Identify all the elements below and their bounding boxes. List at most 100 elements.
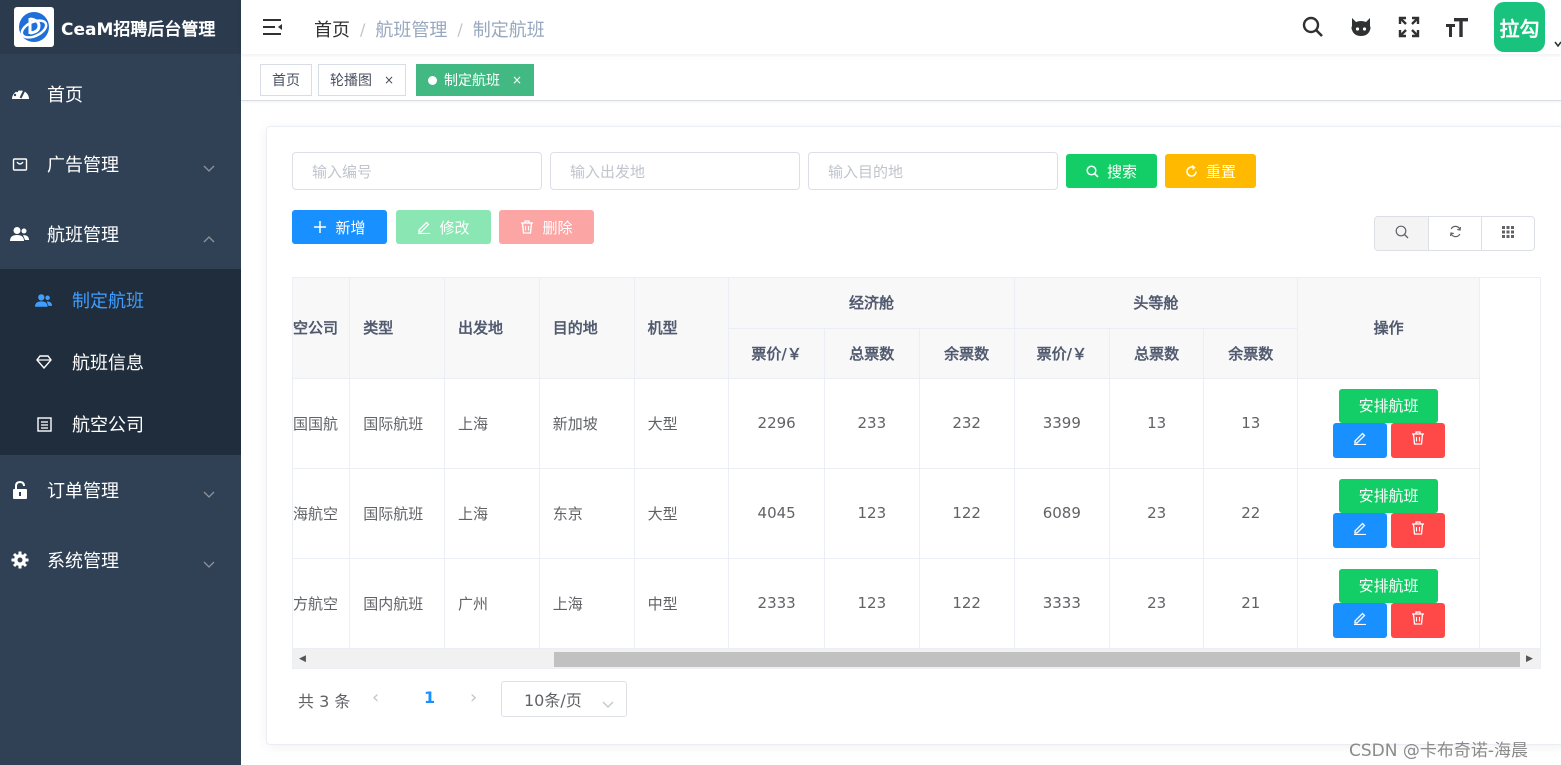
tag-make-flight[interactable]: 制定航班 × (416, 64, 535, 96)
edit-button[interactable]: 修改 (396, 210, 491, 244)
col-first: 头等舱 (1014, 278, 1299, 329)
list-icon (35, 415, 53, 433)
sidebar-item-flights[interactable]: 航班管理 (0, 199, 241, 269)
breadcrumb-home[interactable]: 首页 (314, 16, 350, 42)
tag-label: 制定航班 (444, 73, 500, 89)
horizontal-scrollbar[interactable]: ◀ ▶ (293, 648, 1540, 668)
prev-page-icon[interactable]: ‹ (372, 687, 379, 708)
sidebar-item-label: 首页 (47, 85, 83, 106)
cell-airline: 海航空 (293, 468, 351, 559)
cell-economy-price: 4045 (728, 468, 825, 559)
col-model: 机型 (634, 278, 730, 379)
row-edit-button[interactable] (1332, 422, 1387, 458)
dashboard-icon (10, 84, 30, 104)
col-airline: 空公司 (293, 278, 351, 379)
edit-icon (1353, 431, 1367, 449)
scroll-thumb[interactable] (554, 652, 1520, 667)
chevron-down-icon (602, 694, 614, 713)
row-edit-button[interactable] (1332, 512, 1387, 548)
flight-table: 空公司 类型 出发地 目的地 机型 经济舱 头等舱 操作 票价/￥ 总票数 余票… (292, 277, 1541, 669)
shopping-bag-icon (10, 154, 30, 174)
refresh-table-button[interactable] (1428, 217, 1481, 250)
tag-home[interactable]: 首页 (260, 64, 312, 96)
close-icon[interactable]: × (512, 73, 522, 87)
cell-first-remain: 13 (1203, 378, 1299, 469)
tags-view: 首页 轮播图 × 制定航班 × (241, 60, 1561, 101)
to-input[interactable]: 输入目的地 (808, 152, 1058, 190)
sidebar-item-airlines[interactable]: 航空公司 (0, 393, 241, 455)
cell-ops: 安排航班 (1297, 558, 1480, 649)
font-size-icon[interactable] (1444, 14, 1470, 40)
table-tools (1374, 216, 1535, 251)
col-economy: 经济舱 (728, 278, 1015, 329)
pagination-total: 共 3 条 (298, 692, 351, 711)
refresh-icon (1185, 164, 1198, 178)
cell-to: 新加坡 (539, 378, 635, 469)
cell-to: 上海 (539, 558, 635, 649)
delete-button[interactable]: 删除 (499, 210, 594, 244)
sidebar-item-make-flight[interactable]: 制定航班 (0, 269, 241, 331)
cell-ops: 安排航班 (1297, 468, 1480, 559)
refresh-icon (1449, 225, 1462, 242)
trash-icon (1411, 431, 1425, 449)
app-title: CeaM招聘后台管理 (61, 19, 216, 40)
from-input[interactable]: 输入出发地 (550, 152, 800, 190)
cell-model: 大型 (634, 378, 730, 469)
edit-icon (1353, 521, 1367, 539)
row-delete-button[interactable] (1390, 422, 1445, 458)
scroll-left-icon[interactable]: ◀ (299, 654, 306, 664)
columns-button[interactable] (1481, 217, 1534, 250)
col-from: 出发地 (444, 278, 540, 379)
cell-economy-total: 233 (824, 378, 920, 469)
logo-area[interactable]: CeaM招聘后台管理 (0, 0, 241, 54)
sidebar-item-flight-info[interactable]: 航班信息 (0, 331, 241, 393)
chevron-down-icon (203, 483, 215, 504)
sidebar-item-label: 航班信息 (72, 353, 144, 374)
breadcrumb-separator: / (457, 19, 463, 39)
row-delete-button[interactable] (1390, 602, 1445, 638)
sidebar-item-ads[interactable]: 广告管理 (0, 129, 241, 199)
navbar: 首页 / 航班管理 / 制定航班 拉勾 (241, 0, 1561, 54)
search-button[interactable]: 搜索 (1066, 154, 1157, 188)
main-card: 输入编号 输入出发地 输入目的地 搜索 重置 新增 修改 删除 空公司 类型 出… (266, 126, 1561, 745)
arrange-flight-button[interactable]: 安排航班 (1339, 478, 1439, 513)
breadcrumb-current: 制定航班 (472, 20, 545, 41)
sidebar-item-orders[interactable]: 订单管理 (0, 455, 241, 525)
caret-down-icon[interactable] (1554, 36, 1561, 48)
cell-model: 中型 (634, 558, 730, 649)
cell-type: 国内航班 (349, 558, 446, 649)
breadcrumb-flights[interactable]: 航班管理 (375, 16, 447, 42)
code-input[interactable]: 输入编号 (292, 152, 542, 190)
col-first-total: 总票数 (1109, 328, 1205, 379)
col-ops: 操作 (1297, 278, 1480, 379)
hamburger-icon[interactable] (261, 15, 285, 39)
cell-ops: 安排航班 (1297, 378, 1480, 469)
toggle-search-button[interactable] (1375, 217, 1428, 250)
col-first-price: 票价/￥ (1014, 328, 1111, 379)
trash-icon (520, 220, 534, 234)
reset-button[interactable]: 重置 (1165, 154, 1256, 188)
page-size-select[interactable]: 10条/页 (501, 681, 627, 717)
cell-type: 国际航班 (349, 378, 446, 469)
github-icon[interactable] (1348, 14, 1374, 40)
add-button[interactable]: 新增 (292, 210, 387, 244)
page-number[interactable]: 1 (424, 688, 435, 707)
arrange-flight-button[interactable]: 安排航班 (1339, 568, 1439, 603)
sidebar-item-system[interactable]: 系统管理 (0, 525, 241, 595)
arrange-flight-button[interactable]: 安排航班 (1339, 388, 1439, 423)
cell-economy-remain: 122 (919, 468, 1015, 559)
users-icon (10, 224, 30, 244)
avatar[interactable]: 拉勾 (1494, 2, 1545, 52)
row-delete-button[interactable] (1390, 512, 1445, 548)
sidebar-item-home[interactable]: 首页 (0, 59, 241, 129)
search-icon[interactable] (1300, 14, 1326, 40)
breadcrumb-separator: / (360, 19, 366, 39)
row-edit-button[interactable] (1332, 602, 1387, 638)
edit-icon (1353, 611, 1367, 629)
next-page-icon[interactable]: › (470, 687, 477, 708)
cell-first-total: 13 (1109, 378, 1205, 469)
close-icon[interactable]: × (384, 73, 394, 87)
scroll-right-icon[interactable]: ▶ (1526, 654, 1533, 664)
tag-carousel[interactable]: 轮播图 × (318, 64, 407, 96)
fullscreen-icon[interactable] (1396, 14, 1422, 40)
